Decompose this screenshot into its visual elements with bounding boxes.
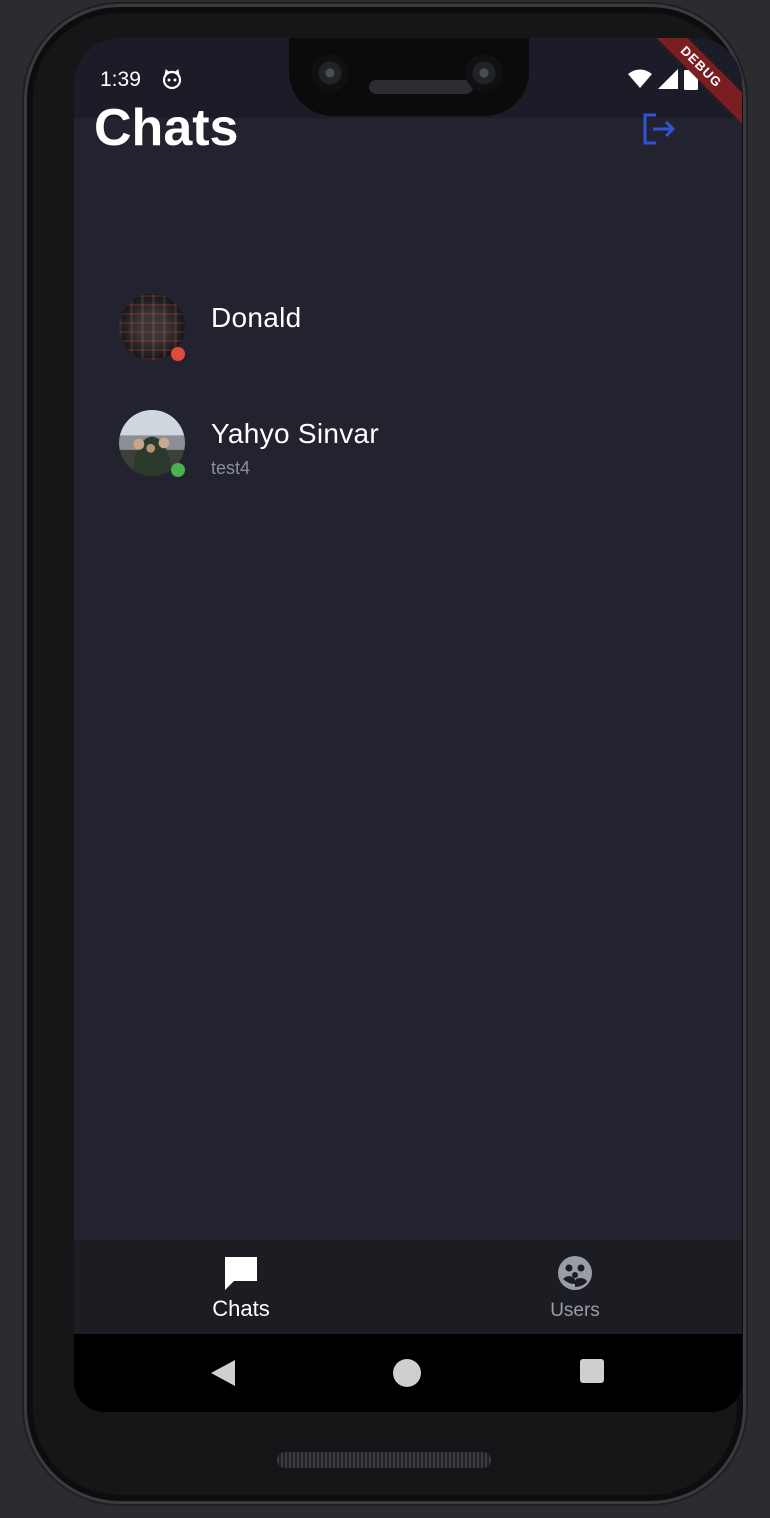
wifi-icon xyxy=(628,69,652,88)
phone-frame: 1:39 DEBUG Chats Donald Yahyo Sinvar tes… xyxy=(24,4,746,1504)
nav-tab-chats[interactable]: Chats xyxy=(74,1240,408,1334)
front-camera-left xyxy=(311,54,349,92)
status-icons xyxy=(628,68,698,90)
system-navigation-bar xyxy=(74,1334,742,1412)
chat-name: Donald xyxy=(211,302,302,333)
logout-icon xyxy=(643,113,676,145)
chat-list: Donald Yahyo Sinvar test4 xyxy=(74,286,742,518)
nav-tab-label: Chats xyxy=(212,1296,270,1321)
home-icon[interactable] xyxy=(392,1358,422,1388)
earpiece-speaker xyxy=(369,80,473,94)
recents-icon[interactable] xyxy=(579,1358,605,1384)
presence-status-dot xyxy=(171,347,185,361)
chat-preview: test4 xyxy=(211,458,251,478)
chat-list-item[interactable]: Yahyo Sinvar test4 xyxy=(74,402,742,518)
nav-tab-label: Users xyxy=(550,1300,600,1321)
chat-bubble-icon xyxy=(225,1257,257,1290)
presence-status-dot xyxy=(171,463,185,477)
nav-tab-users[interactable]: Users xyxy=(408,1240,742,1334)
bottom-navigation-bar: Chats Users xyxy=(74,1240,742,1334)
notification-cat-icon xyxy=(162,69,182,89)
back-icon[interactable] xyxy=(208,1358,238,1388)
app-screen: 1:39 DEBUG Chats Donald Yahyo Sinvar tes… xyxy=(74,38,742,1412)
page-title: Chats xyxy=(94,99,239,157)
front-camera-right xyxy=(465,54,503,92)
cell-signal-icon xyxy=(658,69,678,89)
bottom-speaker-grille xyxy=(277,1452,491,1468)
camera-notch xyxy=(289,38,529,116)
users-group-icon xyxy=(558,1256,592,1290)
chat-list-item[interactable]: Donald xyxy=(74,286,742,402)
chat-name: Yahyo Sinvar xyxy=(211,418,380,449)
status-time: 1:39 xyxy=(100,68,141,91)
logout-button[interactable] xyxy=(636,106,682,152)
